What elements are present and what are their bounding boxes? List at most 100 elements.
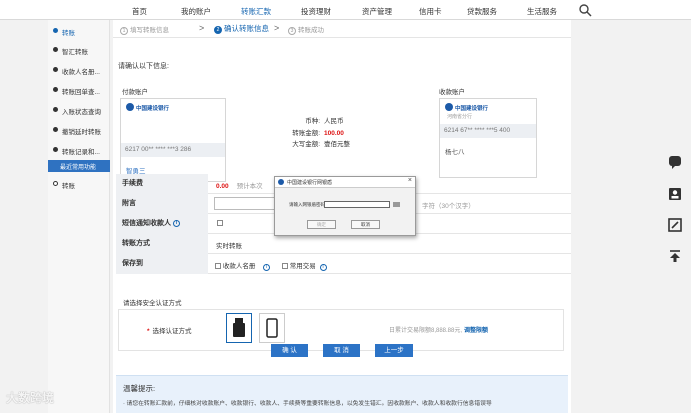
save-row: 保存到 收款人名册 i 常用交易 i bbox=[116, 254, 571, 274]
bullet-icon bbox=[53, 67, 58, 72]
mobile-phone-icon bbox=[266, 318, 278, 338]
payer-card: 中国建设银行 6217 00** **** ***3 286 智勇三 bbox=[120, 98, 226, 182]
tips-panel: 温馨提示: · 请您在转账汇款前，仔细核对收款账户、收款银行、收款人、手续费等重… bbox=[116, 375, 568, 413]
remark-label: 附言 bbox=[116, 194, 208, 214]
auth-method-label: 选择认证方式 bbox=[152, 328, 192, 335]
info-icon[interactable]: i bbox=[319, 264, 327, 271]
payee-title: 收款账户 bbox=[439, 89, 465, 96]
save-label: 保存到 bbox=[116, 254, 208, 274]
dialog-cancel-button[interactable]: 取消 bbox=[351, 220, 380, 229]
bullet-icon bbox=[53, 47, 58, 52]
chat-icon[interactable] bbox=[668, 155, 682, 169]
amount-row: 转账金额: 100.00 bbox=[285, 127, 344, 137]
dialog-titlebar: 中国建设银行网银盾 × bbox=[275, 177, 415, 188]
bank-logo: 中国建设银行 bbox=[126, 103, 178, 112]
limit-info: 日累计交易限额8,888.88元, 调整限额 bbox=[389, 325, 488, 334]
sidebar-item-recent-transfer[interactable]: 转账 bbox=[48, 175, 110, 193]
nav-credit-card[interactable]: 信用卡 bbox=[419, 6, 442, 17]
usb-key-option[interactable] bbox=[226, 313, 252, 343]
nav-transfer[interactable]: 转账汇款 bbox=[241, 6, 271, 17]
sidebar: 转账 智汇转账 收款人名册... 转账回单查... 入账状态查询 撤销延时转账 … bbox=[48, 20, 110, 413]
ccb-logo-icon bbox=[445, 103, 453, 111]
nav-asset[interactable]: 资产管理 bbox=[362, 6, 392, 17]
sidebar-item-records[interactable]: 转账记录和... bbox=[48, 141, 110, 159]
sidebar-item-payee-book[interactable]: 收款人名册... bbox=[48, 61, 110, 79]
sidebar-item-label: 转账回单查... bbox=[62, 89, 100, 96]
tips-text: · 请您在转账汇款前，仔细核对收款账户、收款银行、收款人、手续费等重要转账信息，… bbox=[123, 401, 492, 407]
upper-amount-value: 壹佰元整 bbox=[324, 141, 350, 148]
usb-key-icon bbox=[233, 318, 245, 337]
payee-holder: 杨七八 bbox=[445, 149, 465, 156]
step-label: 确认转账信息 bbox=[224, 24, 269, 33]
sms-checkbox[interactable] bbox=[217, 220, 223, 226]
bullet-icon bbox=[53, 147, 58, 152]
payee-account: 6214 67** **** ***5 400 bbox=[440, 124, 536, 138]
sidebar-item-receipt[interactable]: 转账回单查... bbox=[48, 81, 110, 99]
nav-my-account[interactable]: 我的账户 bbox=[181, 6, 211, 17]
sidebar-item-label: 最近常用功能 bbox=[60, 165, 97, 171]
sidebar-item-transfer[interactable]: 转账 bbox=[48, 22, 110, 40]
remark-input[interactable] bbox=[214, 197, 276, 210]
save-common-checkbox[interactable] bbox=[281, 263, 288, 269]
auth-method-label-wrap: * 选择认证方式 bbox=[147, 328, 192, 335]
nav-loan[interactable]: 贷款服务 bbox=[467, 6, 497, 17]
confirm-button[interactable]: 确 认 bbox=[271, 344, 308, 357]
bank-name: 中国建设银行 bbox=[136, 106, 170, 112]
edit-icon[interactable] bbox=[668, 218, 682, 232]
dialog-title: 中国建设银行网银盾 bbox=[287, 180, 333, 186]
security-title: 请选择安全认证方式 bbox=[123, 300, 182, 307]
save-options: 收款人名册 i 常用交易 i bbox=[215, 260, 327, 271]
method-value: 实时转账 bbox=[216, 243, 242, 250]
sidebar-item-credit-status[interactable]: 入账状态查询 bbox=[48, 101, 110, 119]
pin-input[interactable] bbox=[324, 201, 390, 208]
sidebar-item-label: 转账 bbox=[62, 183, 75, 190]
step-indicator: 1 填写转账信息 > 2 确认转账信息 > 3 转账成功 bbox=[113, 20, 571, 38]
info-icon[interactable]: i bbox=[173, 220, 180, 227]
chevron-right-icon: > bbox=[274, 23, 280, 33]
sidebar-item-cancel-delayed[interactable]: 撤销延时转账 bbox=[48, 121, 110, 139]
nav-home[interactable]: 首页 bbox=[132, 6, 147, 17]
upper-amount-row: 大写金额: 壹佰元整 bbox=[285, 138, 350, 148]
step-1: 1 填写转账信息 bbox=[120, 24, 169, 35]
sms-label-cell: 短信通知收款人 i bbox=[116, 214, 208, 234]
sidebar-item-smart-transfer[interactable]: 智汇转账 bbox=[48, 41, 110, 59]
sidebar-item-label: 转账 bbox=[62, 30, 75, 37]
dialog-ok-button[interactable]: 确定 bbox=[307, 220, 336, 229]
fee-note: 预计本次 bbox=[236, 183, 263, 190]
sidebar-recent-header: 最近常用功能 bbox=[48, 160, 110, 172]
remark-hint: 字符（30个汉字） bbox=[422, 203, 475, 210]
currency-row: 币种: 人民币 bbox=[285, 115, 343, 125]
currency-label: 币种: bbox=[305, 118, 320, 125]
ccb-logo-icon bbox=[278, 179, 284, 185]
prev-step-button[interactable]: 上一步 bbox=[375, 344, 413, 357]
confirm-label: 请确认以下信息: bbox=[118, 63, 169, 70]
step-2: 2 确认转账信息 bbox=[214, 23, 269, 34]
fee-value: 0.00 bbox=[216, 183, 229, 190]
back-to-top-icon[interactable] bbox=[668, 249, 682, 263]
sidebar-item-label: 入账状态查询 bbox=[62, 109, 101, 116]
keyboard-icon[interactable] bbox=[393, 202, 400, 207]
nav-investment[interactable]: 投资理财 bbox=[301, 6, 331, 17]
amount-value: 100.00 bbox=[324, 130, 344, 137]
close-icon[interactable]: × bbox=[408, 177, 412, 184]
sidebar-item-label: 转账记录和... bbox=[62, 149, 100, 156]
method-row: 转账方式 实时转账 bbox=[116, 234, 571, 254]
mobile-option[interactable] bbox=[259, 313, 285, 343]
bullet-icon bbox=[53, 127, 58, 132]
payer-account: 6217 00** **** ***3 286 bbox=[121, 143, 225, 157]
nav-life[interactable]: 生活服务 bbox=[527, 6, 557, 17]
bank-logo: 中国建设银行 bbox=[445, 103, 497, 112]
search-icon[interactable] bbox=[578, 3, 592, 17]
upper-amount-label: 大写金额: bbox=[292, 141, 320, 148]
save-payee-checkbox[interactable] bbox=[215, 263, 221, 269]
sms-label: 短信通知收款人 bbox=[122, 220, 171, 227]
bullet-icon bbox=[53, 181, 58, 186]
cancel-button[interactable]: 取 消 bbox=[323, 344, 360, 357]
step-label: 填写转账信息 bbox=[130, 27, 169, 34]
limit-text: 日累计交易限额8,888.88元, bbox=[389, 328, 463, 334]
user-card-icon[interactable] bbox=[668, 187, 682, 201]
info-icon[interactable]: i bbox=[263, 264, 271, 271]
adjust-limit-link[interactable]: 调整限额 bbox=[464, 328, 488, 334]
chevron-right-icon: > bbox=[199, 23, 205, 33]
save-option-common: 常用交易 bbox=[289, 263, 316, 270]
